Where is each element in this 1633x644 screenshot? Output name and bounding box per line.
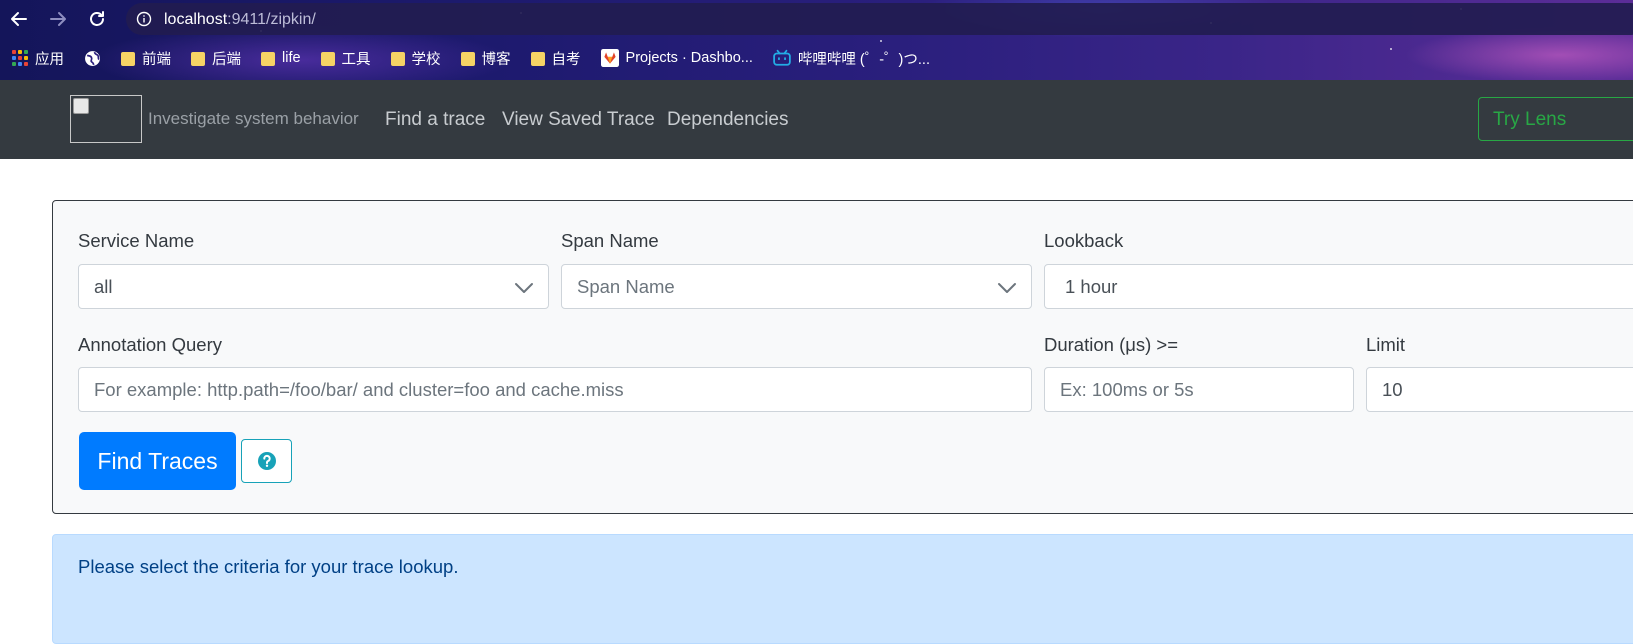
chevron-down-icon (515, 283, 533, 293)
duration-label: Duration (μs) >= (1044, 334, 1179, 355)
span-name-placeholder: Span Name (577, 275, 675, 297)
question-circle-icon (257, 452, 276, 470)
bookmark-label: 工具 (341, 51, 371, 68)
bookmark-label: 前端 (142, 51, 171, 68)
bookmark-frontend[interactable]: 前端 (121, 48, 171, 69)
arrow-right-icon (50, 12, 66, 26)
bookmark-tools[interactable]: 工具 (320, 48, 371, 69)
limit-value: 10 (1382, 378, 1403, 400)
info-icon[interactable] (136, 11, 152, 27)
background-star (880, 40, 882, 42)
service-name-select[interactable]: all (78, 264, 549, 309)
duration-placeholder: Ex: 100ms or 5s (1060, 378, 1194, 400)
folder-icon (121, 50, 135, 66)
arrow-left-icon (11, 12, 27, 26)
lookback-label: Lookback (1044, 230, 1124, 251)
bookmark-blog[interactable]: 博客 (460, 48, 511, 69)
bookmark-life[interactable]: life (261, 50, 301, 66)
bookmarks-bar: 应用 前端 后端 life 工具 学校 博客 自考 Projects · Das… (0, 44, 1633, 72)
bookmark-label: life (282, 50, 301, 66)
folder-icon (261, 50, 275, 66)
find-traces-button[interactable]: Find Traces (79, 432, 236, 490)
try-lens-button[interactable]: Try Lens (1478, 97, 1633, 141)
bookmark-apps[interactable]: 应用 (12, 48, 64, 69)
lookback-value: 1 hour (1065, 275, 1118, 297)
duration-input[interactable]: Ex: 100ms or 5s (1044, 367, 1354, 412)
nav-link-view-saved-trace[interactable]: View Saved Trace (502, 109, 655, 131)
folder-icon (390, 50, 405, 66)
span-name-label: Span Name (561, 230, 659, 251)
reload-button[interactable] (84, 6, 110, 32)
help-button[interactable] (241, 439, 292, 483)
app-navbar: Investigate system behavior Find a trace… (0, 80, 1633, 159)
url-host: localhost (164, 11, 228, 28)
bookmark-bilibili[interactable]: 哔哩哔哩 (゜-゜)つ... (773, 48, 930, 69)
service-name-value: all (94, 275, 113, 297)
navbar-tagline: Investigate system behavior (148, 109, 359, 128)
forward-button[interactable] (45, 6, 71, 32)
address-bar[interactable]: localhost:9411/zipkin/ (126, 3, 1633, 35)
annotation-query-label: Annotation Query (78, 334, 222, 355)
bookmark-self-study[interactable]: 自考 (530, 48, 581, 69)
bookmark-projects[interactable]: Projects · Dashbo... (600, 49, 753, 67)
gitlab-icon (600, 49, 619, 67)
bilibili-icon (773, 49, 791, 66)
limit-label: Limit (1366, 334, 1406, 355)
info-alert: Please select the criteria for your trac… (52, 534, 1633, 644)
bookmark-label: 应用 (35, 51, 64, 68)
bookmark-school[interactable]: 学校 (390, 48, 441, 69)
annotation-query-input[interactable]: For example: http.path=/foo/bar/ and clu… (78, 367, 1032, 412)
service-name-label: Service Name (78, 230, 195, 251)
bookmark-backend[interactable]: 后端 (191, 48, 241, 69)
chevron-down-icon (998, 283, 1016, 293)
bookmark-label: 博客 (481, 51, 511, 68)
apps-icon (12, 50, 28, 66)
bookmark-label: 后端 (212, 51, 241, 68)
bookmark-label: 自考 (551, 51, 581, 68)
alert-message: Please select the criteria for your trac… (78, 556, 459, 577)
limit-input[interactable]: 10 (1366, 367, 1633, 412)
globe-icon (85, 50, 100, 66)
search-form-card: Service Name all Span Name Span Name Loo… (52, 200, 1633, 514)
nav-link-find-trace[interactable]: Find a trace (385, 109, 485, 131)
folder-icon (530, 50, 545, 66)
folder-icon (460, 50, 475, 66)
folder-icon (191, 50, 205, 66)
bookmark-label: Projects · Dashbo... (625, 50, 753, 66)
nav-link-dependencies[interactable]: Dependencies (667, 109, 788, 131)
zipkin-logo-broken-image[interactable] (70, 95, 142, 143)
bookmark-globe[interactable] (84, 50, 101, 67)
back-button[interactable] (6, 6, 32, 32)
url-path: :9411/zipkin/ (227, 11, 316, 28)
bookmark-label: 哔哩哔哩 (゜-゜)つ... (797, 51, 930, 68)
browser-chrome: localhost:9411/zipkin/ 应用 前端 后端 life 工具 … (0, 0, 1633, 80)
folder-icon (320, 50, 335, 66)
lookback-select[interactable]: 1 hour (1044, 264, 1633, 309)
span-name-select[interactable]: Span Name (561, 264, 1032, 309)
url-text[interactable]: localhost:9411/zipkin/ (164, 11, 316, 29)
reload-icon (90, 11, 104, 26)
bookmark-label: 学校 (411, 51, 441, 68)
annotation-query-placeholder: For example: http.path=/foo/bar/ and clu… (94, 378, 624, 400)
